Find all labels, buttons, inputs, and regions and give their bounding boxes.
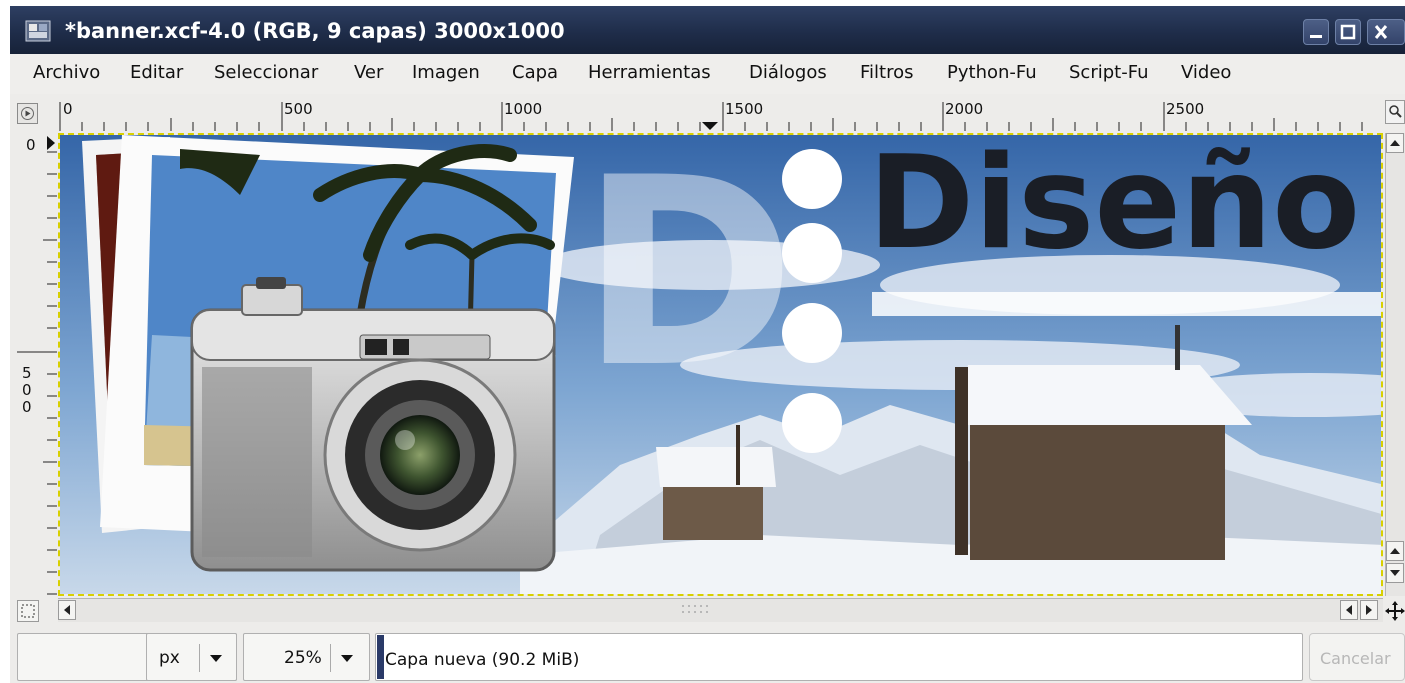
magnifier-icon	[1389, 105, 1402, 118]
banner-title-text: Diseño	[868, 135, 1360, 278]
menu-seleccionar[interactable]: Seleccionar	[214, 62, 318, 83]
maximize-button[interactable]	[1335, 19, 1361, 45]
chevron-down-icon	[341, 655, 353, 662]
vruler-label-500-5: 5	[22, 364, 32, 382]
vertical-scrollbar[interactable]	[1385, 133, 1405, 596]
vruler-label-500-0b: 0	[22, 398, 32, 416]
scroll-up-button-lower[interactable]	[1386, 541, 1404, 561]
image-canvas[interactable]: D Diseño	[58, 133, 1383, 596]
ruler-label-1000: 1000	[504, 100, 543, 118]
arrow-left-icon	[1346, 605, 1352, 615]
dashed-rect-icon	[21, 604, 35, 618]
menu-capa[interactable]: Capa	[512, 62, 558, 83]
chevron-down-icon	[210, 655, 222, 662]
horizontal-scrollbar[interactable]	[58, 598, 1383, 622]
arrow-left-icon	[64, 605, 70, 615]
progress-bar-fill	[377, 635, 384, 679]
scroll-left-button[interactable]	[58, 600, 76, 620]
ruler-label-2500: 2500	[1166, 100, 1205, 118]
menu-dialogos[interactable]: Diálogos	[749, 62, 827, 83]
horizontal-ruler[interactable]: 0 500 1000 1500 2000 2500	[58, 98, 1383, 131]
close-button[interactable]	[1367, 19, 1405, 45]
arrow-right-icon	[1366, 605, 1372, 615]
arrow-up-icon	[1390, 548, 1400, 554]
title-bar: *banner.xcf-4.0 (RGB, 9 capas) 3000x1000	[10, 6, 1405, 54]
scroll-up-button[interactable]	[1386, 133, 1404, 153]
ruler-label-0: 0	[63, 100, 73, 118]
menu-herramientas[interactable]: Herramientas	[588, 62, 711, 83]
menu-filtros[interactable]: Filtros	[860, 62, 914, 83]
menu-archivo[interactable]: Archivo	[33, 62, 100, 83]
image-menu-button[interactable]	[17, 103, 38, 124]
menu-bar: Archivo Editar Seleccionar Ver Imagen Ca…	[10, 54, 1405, 95]
scroll-right-button[interactable]	[1360, 600, 1378, 620]
window-title: *banner.xcf-4.0 (RGB, 9 capas) 3000x1000	[65, 19, 565, 43]
minimize-button[interactable]	[1303, 19, 1329, 45]
grip-dots-icon	[682, 605, 708, 613]
ruler-label-1500: 1500	[725, 100, 764, 118]
ruler-label-500: 500	[284, 100, 313, 118]
vertical-ruler[interactable]: 0 5 0 0	[17, 132, 57, 597]
menu-python-fu[interactable]: Python-Fu	[947, 62, 1037, 83]
navigate-button[interactable]	[1385, 600, 1405, 622]
gimp-image-icon	[25, 20, 51, 42]
unit-value: px	[159, 648, 180, 668]
cancel-button-label: Cancelar	[1320, 649, 1391, 668]
banner-artwork: D Diseño	[60, 135, 1381, 594]
camera-illustration	[190, 277, 556, 572]
menu-script-fu[interactable]: Script-Fu	[1069, 62, 1148, 83]
menu-ver[interactable]: Ver	[354, 62, 383, 83]
vruler-label-500-0a: 0	[22, 381, 32, 399]
scroll-down-button[interactable]	[1386, 563, 1404, 583]
cancel-button[interactable]: Cancelar	[1309, 633, 1405, 681]
vruler-label-0: 0	[26, 136, 36, 154]
quick-mask-button[interactable]	[17, 600, 39, 622]
status-message: Capa nueva (90.2 MiB)	[385, 650, 580, 670]
menu-video[interactable]: Video	[1181, 62, 1231, 83]
zoom-value: 25%	[284, 648, 322, 668]
zoom-toggle-button[interactable]	[1385, 100, 1405, 124]
big-d-letter: D	[580, 135, 796, 425]
play-arrow-icon	[21, 107, 34, 120]
zoom-select[interactable]: 25%	[243, 633, 370, 681]
unit-select[interactable]: px	[146, 633, 237, 681]
menu-editar[interactable]: Editar	[130, 62, 183, 83]
ruler-label-2000: 2000	[945, 100, 984, 118]
scroll-left-button-right[interactable]	[1340, 600, 1358, 620]
arrow-down-icon	[1390, 570, 1400, 576]
arrow-up-icon	[1390, 140, 1400, 146]
menu-imagen[interactable]: Imagen	[412, 62, 480, 83]
move-cross-icon	[1385, 601, 1405, 621]
